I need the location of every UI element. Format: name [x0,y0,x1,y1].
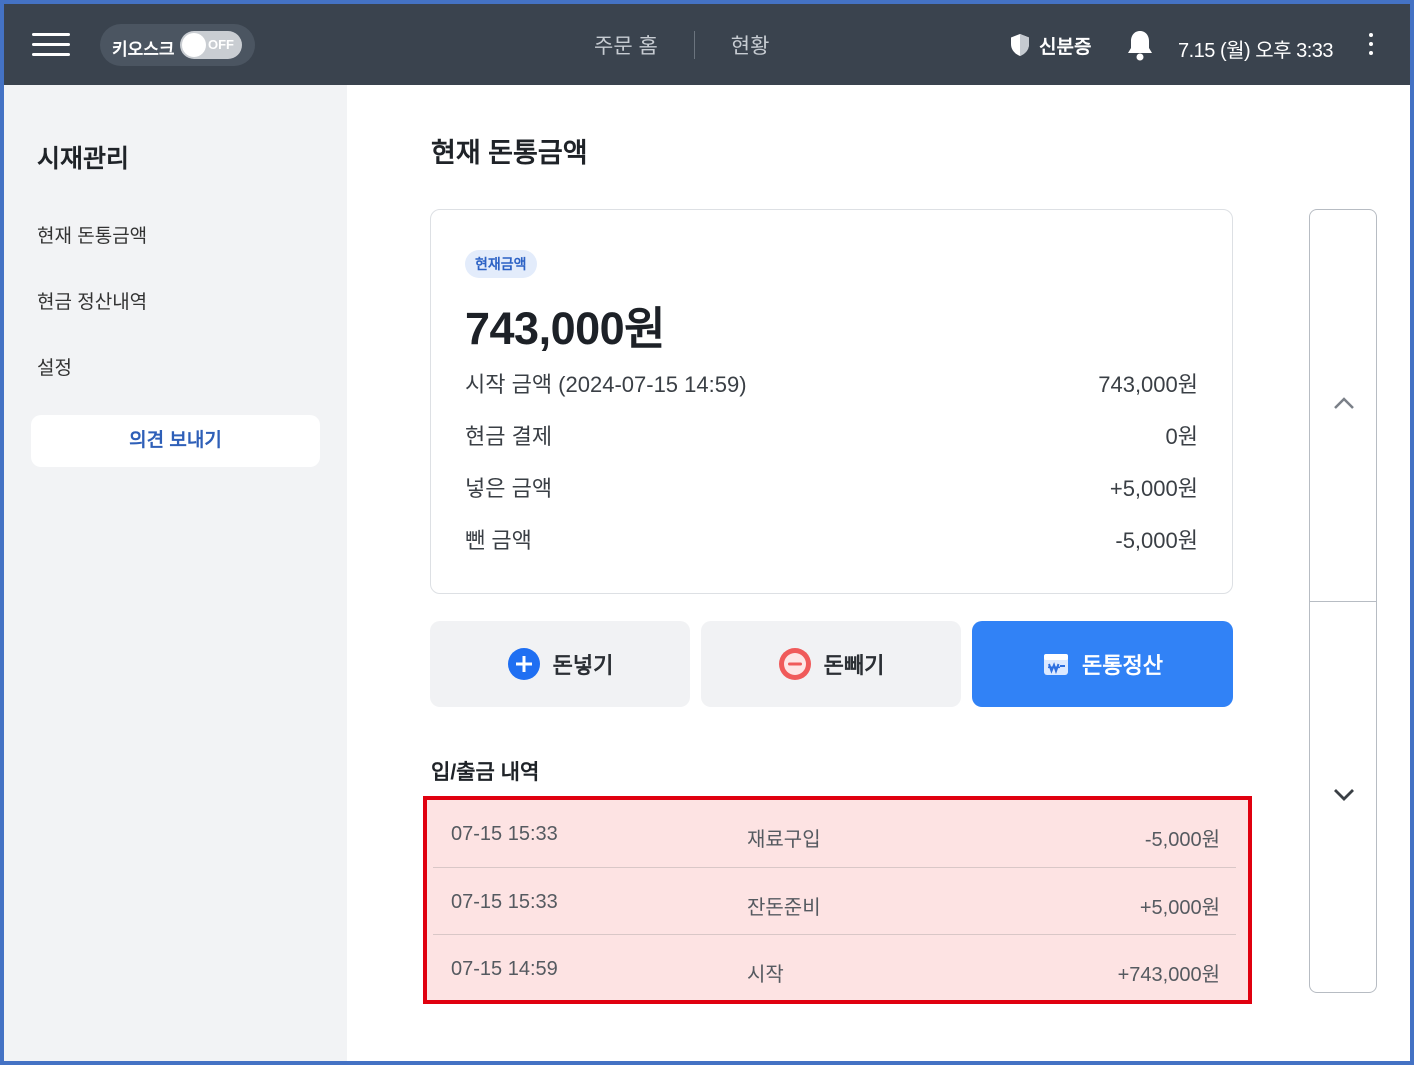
history-row[interactable]: 07-15 15:33 재료구입 -5,000원 [433,800,1236,867]
toggle-state-label: OFF [208,37,234,52]
summary-row-start-amount: 시작 금액 (2024-07-15 14:59) 743,000원 [465,367,1198,397]
nav-divider [693,31,695,59]
top-nav: 주문 홈 현황 [594,30,769,60]
cash-summary-card: 현재금액 743,000원 시작 금액 (2024-07-15 14:59) 7… [430,209,1233,594]
history-date: 07-15 15:33 [451,891,558,913]
history-date: 07-15 14:59 [451,958,558,980]
datetime-display: 7.15 (월) 오후 3:33 [1178,40,1334,62]
chevron-up-icon [1334,397,1354,409]
chevron-down-icon [1334,789,1354,801]
nav-order-home[interactable]: 주문 홈 [594,30,658,60]
row-value: -5,000원 [1115,528,1198,553]
history-amount: +743,000원 [1117,964,1220,986]
deposit-button[interactable]: 돈넣기 [430,621,690,707]
certificate-label: 신분증 [1039,36,1092,58]
top-bar: 키오스크 OFF 주문 홈 현황 신분증 7.15 (월) 오후 3:33 [4,4,1410,85]
summary-row-withdrawn: 뺀 금액 -5,000원 [465,523,1198,553]
row-label: 넣은 금액 [465,476,553,501]
history-description: 재료구입 [747,829,821,851]
row-value: 0원 [1165,424,1198,449]
transaction-history-list: 07-15 15:33 재료구입 -5,000원 07-15 15:33 잔돈준… [423,796,1252,1004]
scroll-down-button[interactable] [1310,602,1376,992]
withdraw-label: 돈빼기 [823,653,885,678]
kiosk-mode-control: 키오스크 OFF [100,24,255,66]
page-scroller [1309,209,1377,993]
bell-icon[interactable] [1125,28,1155,62]
sidebar: 시재관리 현재 돈통금액 현금 정산내역 설정 의견 보내기 [4,85,347,1061]
app-window: 키오스크 OFF 주문 홈 현황 신분증 7.15 (월) 오후 3:33 시재… [0,0,1414,1065]
row-value: 743,000원 [1098,372,1198,397]
settle-button[interactable]: 돈통정산 [972,621,1233,707]
kiosk-toggle[interactable]: OFF [180,31,242,59]
page-title: 현재 돈통금액 [431,138,588,168]
history-title: 입/출금 내역 [431,761,540,784]
hamburger-icon[interactable] [32,31,72,59]
history-amount: +5,000원 [1139,897,1220,919]
history-description: 잔돈준비 [747,897,821,919]
current-amount-badge: 현재금액 [465,250,537,278]
history-row[interactable]: 07-15 14:59 시작 +743,000원 [433,934,1236,1001]
deposit-label: 돈넣기 [552,653,614,678]
row-label: 시작 금액 (2024-07-15 14:59) [465,372,747,397]
plus-circle-icon [507,648,540,680]
sidebar-item-cash-settlement-history[interactable]: 현금 정산내역 [37,287,147,314]
current-amount: 743,000원 [465,303,666,354]
withdraw-button[interactable]: 돈빼기 [701,621,961,707]
summary-row-deposited: 넣은 금액 +5,000원 [465,471,1198,501]
sidebar-title: 시재관리 [37,145,130,173]
history-row[interactable]: 07-15 15:33 잔돈준비 +5,000원 [433,867,1236,934]
shield-icon [1011,34,1029,56]
nav-status[interactable]: 현황 [731,30,770,60]
history-date: 07-15 15:33 [451,823,558,845]
row-value: +5,000원 [1109,476,1198,501]
row-label: 현금 결제 [465,424,553,449]
toggle-knob [182,33,206,57]
more-vertical-icon[interactable] [1364,30,1378,60]
sidebar-item-settings[interactable]: 설정 [37,353,72,380]
sidebar-item-current-cash[interactable]: 현재 돈통금액 [37,221,147,248]
history-amount: -5,000원 [1144,829,1220,851]
row-label: 뺀 금액 [465,528,532,553]
kiosk-label: 키오스크 [112,40,175,59]
settle-label: 돈통정산 [1082,653,1163,678]
send-feedback-button[interactable]: 의견 보내기 [31,415,320,467]
summary-row-cash-payment: 현금 결제 0원 [465,419,1198,449]
minus-circle-icon [778,648,811,680]
cash-register-icon [1044,654,1069,675]
certificate-button[interactable]: 신분증 [1009,30,1091,60]
history-description: 시작 [747,964,784,986]
scroll-up-button[interactable] [1310,210,1376,602]
